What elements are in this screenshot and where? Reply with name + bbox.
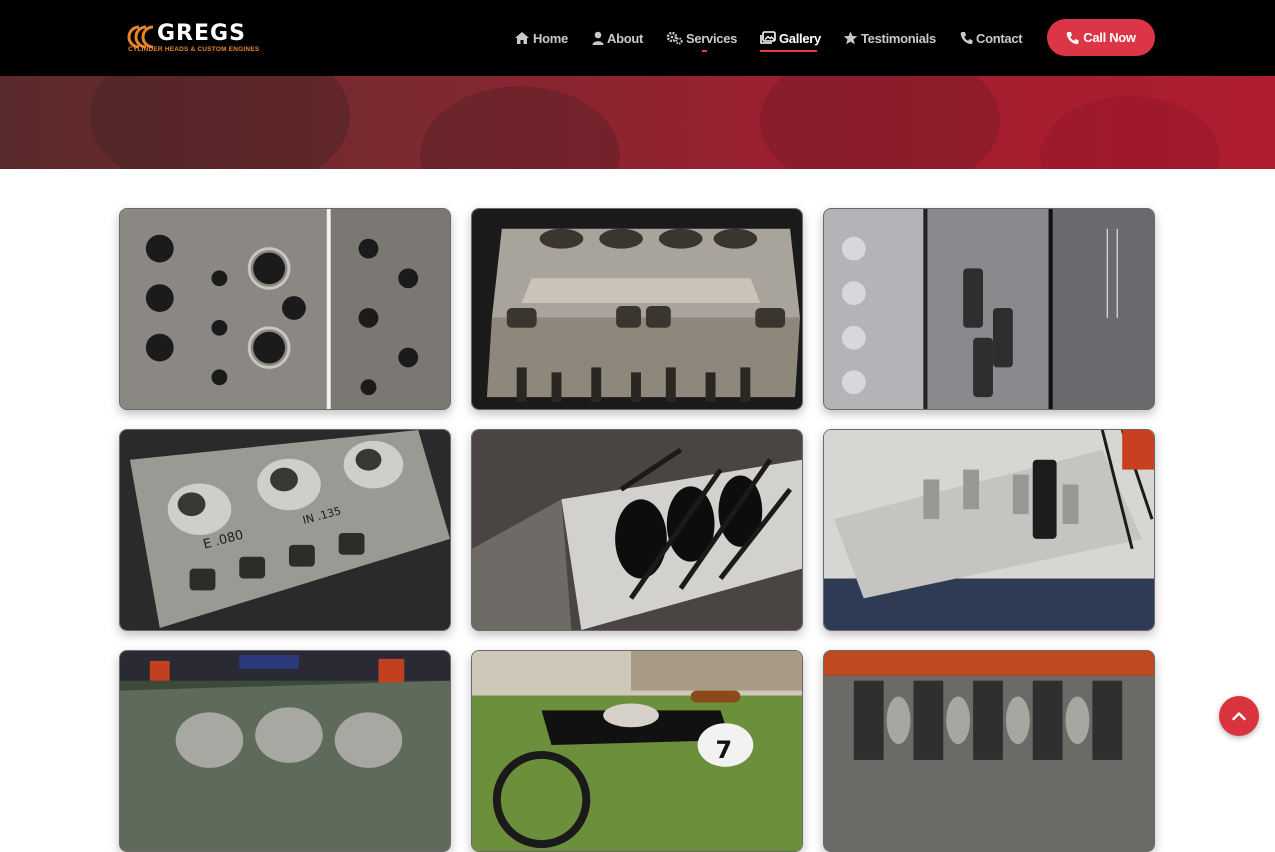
phone-icon	[960, 32, 973, 45]
nav-contact[interactable]: Contact	[960, 28, 1023, 48]
gallery-photo	[824, 651, 1154, 851]
nav-gallery-label: Gallery	[779, 30, 821, 46]
nav-testimonials-label: Testimonials	[861, 30, 936, 46]
scroll-to-top-button[interactable]	[1219, 696, 1259, 736]
nav-about[interactable]: About	[592, 28, 643, 48]
gallery-photo	[120, 651, 450, 851]
call-now-label: Call Now	[1083, 30, 1136, 45]
home-icon	[515, 32, 529, 44]
nav-home-label: Home	[533, 30, 568, 46]
gallery-image-aluminum-head[interactable]	[471, 208, 803, 410]
gallery-image-crankshaft[interactable]	[823, 650, 1155, 852]
nav-contact-label: Contact	[976, 30, 1023, 46]
gallery-photo	[472, 209, 802, 409]
hero-banner	[0, 76, 1275, 169]
gallery-photo	[472, 430, 802, 630]
navbar: GREGS CYLINDER HEADS & CUSTOM ENGINES Ho…	[0, 0, 1275, 76]
site-logo[interactable]: GREGS CYLINDER HEADS & CUSTOM ENGINES	[125, 22, 265, 58]
svg-text:7: 7	[716, 736, 733, 764]
chevron-up-icon	[1232, 712, 1246, 721]
user-icon	[592, 31, 604, 45]
nav-gallery[interactable]: Gallery	[760, 28, 821, 48]
gallery-image-valve-springs-collage[interactable]	[823, 208, 1155, 410]
gears-icon	[666, 31, 683, 45]
gallery-photo: E .080 IN .135	[120, 430, 450, 630]
nav-about-label: About	[607, 30, 644, 46]
gallery-photo	[824, 209, 1154, 409]
gallery-photo	[824, 430, 1154, 630]
nav-services[interactable]: Services	[666, 28, 737, 48]
nav-services-indicator	[702, 50, 707, 52]
images-icon	[760, 31, 776, 44]
nav-services-label: Services	[686, 30, 738, 46]
gallery-image-cylinder-heads-collage[interactable]	[119, 208, 451, 410]
gallery-image-motorcycle[interactable]: 7	[471, 650, 803, 852]
gallery-image-engine-block-pushrods[interactable]	[471, 429, 803, 631]
nav-testimonials[interactable]: Testimonials	[843, 28, 936, 48]
logo-tagline: CYLINDER HEADS & CUSTOM ENGINES	[128, 46, 260, 53]
nav-gallery-active-underline	[760, 50, 817, 52]
logo-wordmark: GREGS	[157, 21, 246, 46]
gallery-image-combustion-chambers[interactable]: E .080 IN .135	[119, 429, 451, 631]
star-icon	[843, 31, 858, 45]
nav-home[interactable]: Home	[514, 28, 568, 48]
gallery-image-block-in-shop[interactable]	[119, 650, 451, 852]
gallery-photo: 7	[472, 651, 802, 851]
gallery-photo	[120, 209, 450, 409]
call-now-button[interactable]: Call Now	[1047, 19, 1155, 56]
gallery-image-head-on-bench[interactable]	[823, 429, 1155, 631]
phone-icon	[1066, 31, 1079, 44]
